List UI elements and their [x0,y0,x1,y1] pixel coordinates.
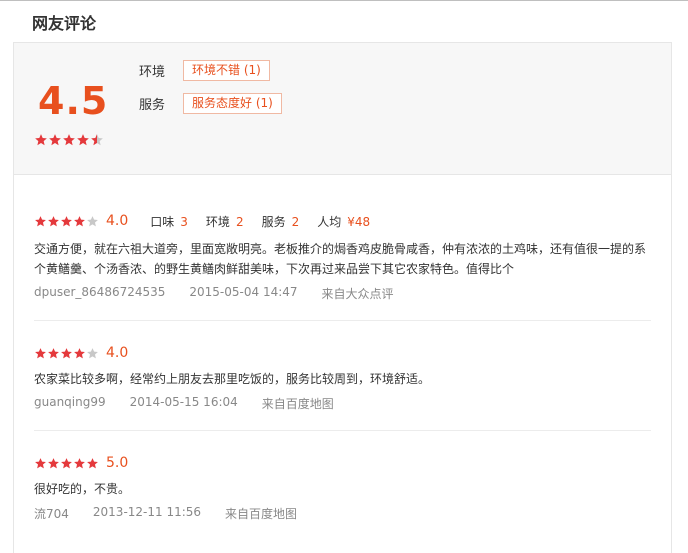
star-icon [91,134,103,146]
star-icon [61,347,72,358]
tag-label: 环境 [139,65,166,80]
rating-summary: 4.5 环境 环境不错 (1) 服务 服务态度好 (1) [14,43,671,175]
star-icon [74,457,85,468]
review-meta: 流704 2013-12-11 11:56 来自百度地图 [34,505,651,522]
sub-rating-avg-price: 人均 ¥48 [317,214,371,229]
star-icon [87,457,98,468]
review-user: 流704 [34,507,69,521]
divider [34,430,651,431]
review-user: dpuser_86486724535 [34,285,166,299]
review-score: 5.0 [106,455,129,471]
top-rule [0,0,688,1]
star-icon [48,457,59,468]
review-score: 4.0 [106,213,129,229]
star-icon [48,215,59,226]
review-user: guanqing99 [34,395,106,409]
star-icon [61,215,72,226]
star-icon [35,134,47,146]
review-star-rating [34,347,99,360]
review-meta: guanqing99 2014-05-15 16:04 来自百度地图 [34,395,651,412]
star-icon [87,347,98,358]
star-icon [77,134,89,146]
review-item: 4.0 口味 3 环境 2 服务 2 人均 ¥48 交通方便，就在六祖大道旁，里面宽敞明… [34,211,651,302]
review-text: 农家菜比较多啊，经常约上朋友去那里吃饭的，服务比较周到，环境舒适。 [34,372,431,386]
overall-star-rating [34,133,104,147]
star-icon [35,457,46,468]
review-star-rating [34,215,99,228]
tag-row-environment: 环境 环境不错 (1) [139,60,270,81]
sub-rating-environment: 环境 2 [205,214,244,229]
review-text: 交通方便，就在六祖大道旁，里面宽敞明亮。老板推介的焗香鸡皮脆骨咸香，仲有浓浓的土… [34,242,647,276]
tag-label: 服务 [139,98,166,113]
sub-rating-taste: 口味 3 [150,214,188,229]
review-source: 来自大众点评 [321,287,394,301]
star-icon [48,347,59,358]
tag-row-service: 服务 服务态度好 (1) [139,93,282,114]
review-time: 2014-05-15 16:04 [129,395,238,409]
tag-service-good[interactable]: 服务态度好 (1) [183,93,282,114]
reviews-panel: 4.5 环境 环境不错 (1) 服务 服务态度好 (1) 4.0 口味 3 环境 2… [13,42,672,553]
review-time: 2013-12-11 11:56 [92,505,202,519]
review-header: 5.0 [34,453,651,473]
tag-environment-good[interactable]: 环境不错 (1) [183,60,270,81]
review-source: 来自百度地图 [261,397,334,411]
review-item: 4.0 农家菜比较多啊，经常约上朋友去那里吃饭的，服务比较周到，环境舒适。 gu… [34,343,651,412]
review-star-rating [34,457,99,470]
star-icon [61,457,72,468]
star-icon [74,347,85,358]
section-title: 网友评论 [32,14,97,33]
review-header: 4.0 [34,343,651,363]
review-time: 2015-05-04 14:47 [189,285,298,299]
review-text: 很好吃的，不贵。 [34,482,131,496]
star-icon [35,215,46,226]
star-icon [63,134,75,146]
star-icon [87,215,98,226]
divider [34,320,651,321]
star-icon [74,215,85,226]
review-source: 来自百度地图 [225,507,298,521]
review-score: 4.0 [106,345,129,361]
star-icon [35,347,46,358]
review-header: 4.0 口味 3 环境 2 服务 2 人均 ¥48 [34,211,651,231]
review-item: 5.0 很好吃的，不贵。 流704 2013-12-11 11:56 来自百度地… [34,453,651,522]
sub-rating-service: 服务 2 [261,214,300,229]
overall-score: 4.5 [38,79,109,123]
star-icon [49,134,61,146]
review-meta: dpuser_86486724535 2015-05-04 14:47 来自大众… [34,285,651,302]
